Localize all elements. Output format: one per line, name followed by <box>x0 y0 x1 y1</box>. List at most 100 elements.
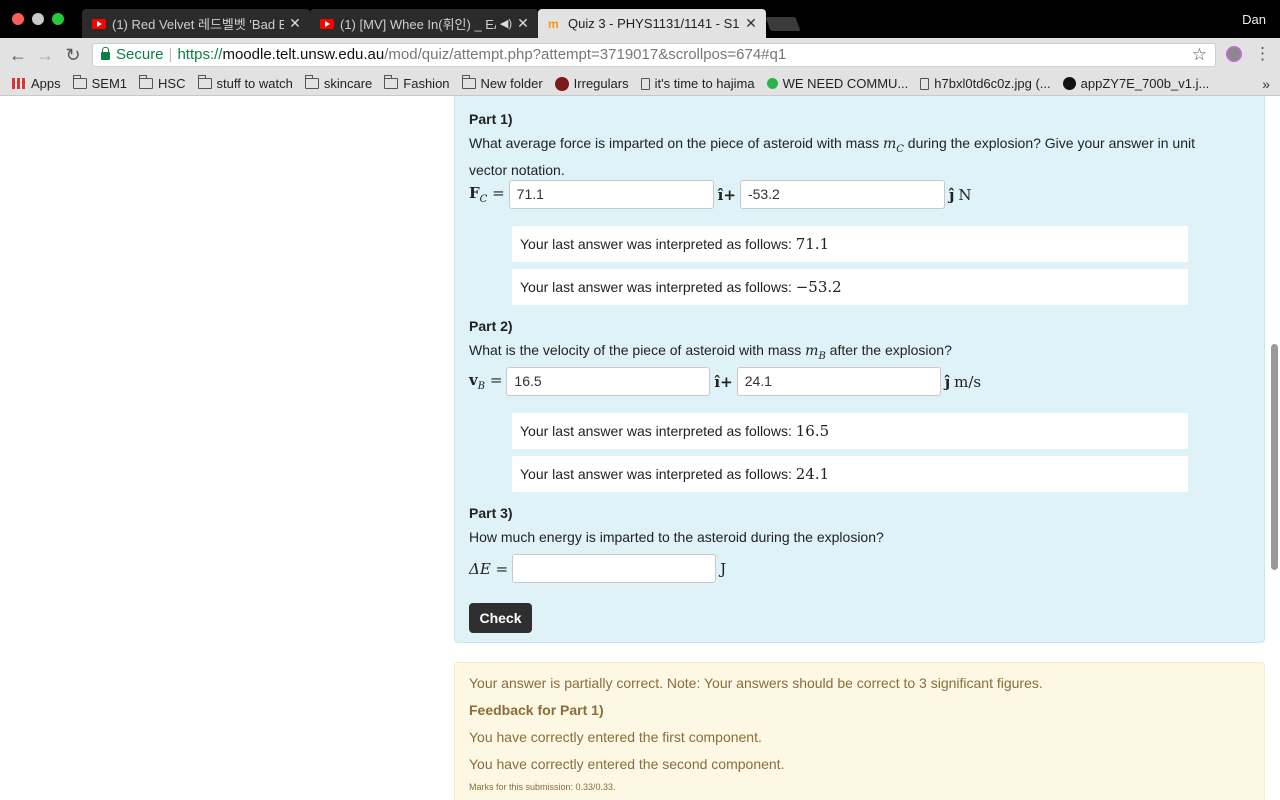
tab-close-icon[interactable]: ✕ <box>516 15 530 32</box>
energy-var: ΔE <box>469 559 491 578</box>
back-arrow-icon[interactable]: ← <box>7 44 29 66</box>
bookmark-label: stuff to watch <box>216 76 293 91</box>
question-text: What is the velocity of the piece of ast… <box>469 342 806 358</box>
bookmark-jpg[interactable]: h7bxl0td6c0z.jpg (... <box>920 76 1051 91</box>
question-text: after the explosion? <box>825 342 952 358</box>
folder-icon <box>197 75 212 89</box>
address-bar[interactable]: Secure | https://moodle.telt.unsw.edu.au/m… <box>92 43 1216 67</box>
force-symbol: FC = <box>469 184 505 205</box>
part3-energy-input[interactable] <box>512 554 717 583</box>
tab-strip: (1) Red Velvet 레드벨벳 'Bad Bo ✕ (1) [MV] W… <box>0 0 1280 38</box>
mass-var: m <box>805 343 819 359</box>
bookmarks-overflow-icon[interactable]: » <box>1262 76 1270 92</box>
forward-arrow-icon[interactable]: → <box>34 44 56 66</box>
marks-for-submission: Marks for this submission: 0.33/0.33. <box>469 782 616 792</box>
feedback-part1-heading: Feedback for Part 1) <box>469 702 604 718</box>
part2-interp-j: Your last answer was interpreted as foll… <box>512 456 1188 492</box>
part3-unit: J <box>720 559 727 578</box>
bookmark-hsc[interactable]: HSC <box>139 75 186 91</box>
unit-vector-i: î+ <box>714 372 733 391</box>
browser-tab-2[interactable]: (1) [MV] Whee In(휘인) _ EAS ◀) ✕ <box>310 9 538 38</box>
feedback-line-2: You have correctly entered the second co… <box>469 756 785 772</box>
part2-unit: m/s <box>954 372 982 391</box>
green-dot-icon <box>766 78 778 89</box>
youtube-icon <box>320 18 334 29</box>
part1-title: Part 1) <box>469 111 513 127</box>
part2-question: What is the velocity of the piece of ast… <box>469 340 1229 367</box>
part1-equation: FC = 71.1 î+ -53.2 ĵ N <box>469 180 972 209</box>
bookmark-label: WE NEED COMMU... <box>782 76 909 91</box>
bookmark-fashion[interactable]: Fashion <box>384 75 450 91</box>
bookmark-we-need-commu[interactable]: WE NEED COMMU... <box>766 76 909 91</box>
audio-playing-icon[interactable]: ◀) <box>500 17 512 30</box>
bookmark-label: Irregulars <box>573 76 629 91</box>
page-scrollbar[interactable] <box>1271 344 1278 570</box>
unit-vector-i: î+ <box>717 185 736 204</box>
bookmark-skincare[interactable]: skincare <box>304 75 373 91</box>
part1-i-input[interactable]: 71.1 <box>508 180 714 209</box>
part3-equation: ΔE = J <box>469 554 726 583</box>
part2-j-input[interactable]: 24.1 <box>736 367 941 396</box>
lock-icon <box>101 47 110 60</box>
window-close-button[interactable] <box>12 13 24 25</box>
bookmark-appzy7e[interactable]: appZY7E_700b_v1.j... <box>1062 76 1209 91</box>
force-var: F <box>469 184 480 202</box>
part1-j-input[interactable]: -53.2 <box>739 180 945 209</box>
url-host: moodle.telt.unsw.edu.au <box>222 46 385 63</box>
tab-close-icon[interactable]: ✕ <box>288 15 302 32</box>
mass-symbol: mB <box>805 343 826 362</box>
check-button[interactable]: Check <box>469 603 532 633</box>
page-icon <box>920 77 930 90</box>
interp-label: Your last answer was interpreted as foll… <box>520 423 792 439</box>
bookmark-stuff-to-watch[interactable]: stuff to watch <box>197 75 293 91</box>
apps-icon <box>12 78 26 89</box>
folder-icon <box>461 75 476 89</box>
bookmark-apps[interactable]: Apps <box>12 76 61 91</box>
bookmark-label: skincare <box>323 76 373 91</box>
bookmark-sem1[interactable]: SEM1 <box>72 75 128 91</box>
interp-value: 24.1 <box>795 465 830 483</box>
bookmark-star-icon[interactable]: ☆ <box>1192 44 1207 66</box>
question-text: What average force is imparted on the pi… <box>469 135 883 151</box>
part2-i-input[interactable]: 16.5 <box>506 367 711 396</box>
window-minimize-button[interactable] <box>32 13 44 25</box>
browser-tab-1[interactable]: (1) Red Velvet 레드벨벳 'Bad Bo ✕ <box>82 9 310 38</box>
bookmark-label: h7bxl0td6c0z.jpg (... <box>934 76 1051 91</box>
bookmark-label: SEM1 <box>91 76 128 91</box>
bookmark-irregulars[interactable]: Irregulars <box>554 76 629 91</box>
site-icon <box>1062 77 1076 90</box>
youtube-icon <box>92 18 106 29</box>
bug-icon <box>554 76 569 91</box>
browser-menu-icon[interactable]: ⋮ <box>1254 44 1271 64</box>
part1-interp-j: Your last answer was interpreted as foll… <box>512 269 1188 305</box>
bookmark-label: New folder <box>480 76 543 91</box>
new-tab-button[interactable] <box>765 17 801 31</box>
part2-interp-i: Your last answer was interpreted as foll… <box>512 413 1188 449</box>
energy-symbol: ΔE = <box>469 559 509 578</box>
bookmark-hajima[interactable]: it's time to hajima <box>640 76 755 91</box>
part2-equation: vB = 16.5 î+ 24.1 ĵ m/s <box>469 367 981 396</box>
bookmark-label: Apps <box>31 76 61 91</box>
bookmark-new-folder[interactable]: New folder <box>461 75 543 91</box>
feedback-line-1: You have correctly entered the first com… <box>469 729 762 745</box>
browser-toolbar: ← → ↻ Secure | https://moodle.telt.unsw.ed… <box>0 38 1280 72</box>
mass-subscript: C <box>896 143 904 155</box>
tab-title: (1) [MV] Whee In(휘인) _ EAS <box>340 17 496 32</box>
velocity-var: v <box>469 371 478 389</box>
extension-icon[interactable] <box>1226 46 1242 62</box>
browser-tab-3-active[interactable]: m Quiz 3 - PHYS1131/1141 - S1 20 ✕ <box>538 9 766 38</box>
velocity-symbol: vB = <box>469 371 503 392</box>
feedback-summary: Your answer is partially correct. Note: … <box>469 675 1043 691</box>
force-subscript: C <box>479 194 488 205</box>
part2-title: Part 2) <box>469 318 513 334</box>
window-zoom-button[interactable] <box>52 13 64 25</box>
profile-name[interactable]: Dan <box>1242 12 1266 27</box>
i-hat: î <box>714 372 721 391</box>
url-path: /mod/quiz/attempt.php?attempt=3719017&sc… <box>384 46 787 63</box>
part3-question: How much energy is imparted to the aster… <box>469 529 884 545</box>
reload-icon[interactable]: ↻ <box>62 44 84 66</box>
part3-title: Part 3) <box>469 505 513 521</box>
part1-unit: N <box>958 185 972 204</box>
tab-close-icon[interactable]: ✕ <box>744 15 758 32</box>
url-scheme: https:// <box>177 46 223 63</box>
